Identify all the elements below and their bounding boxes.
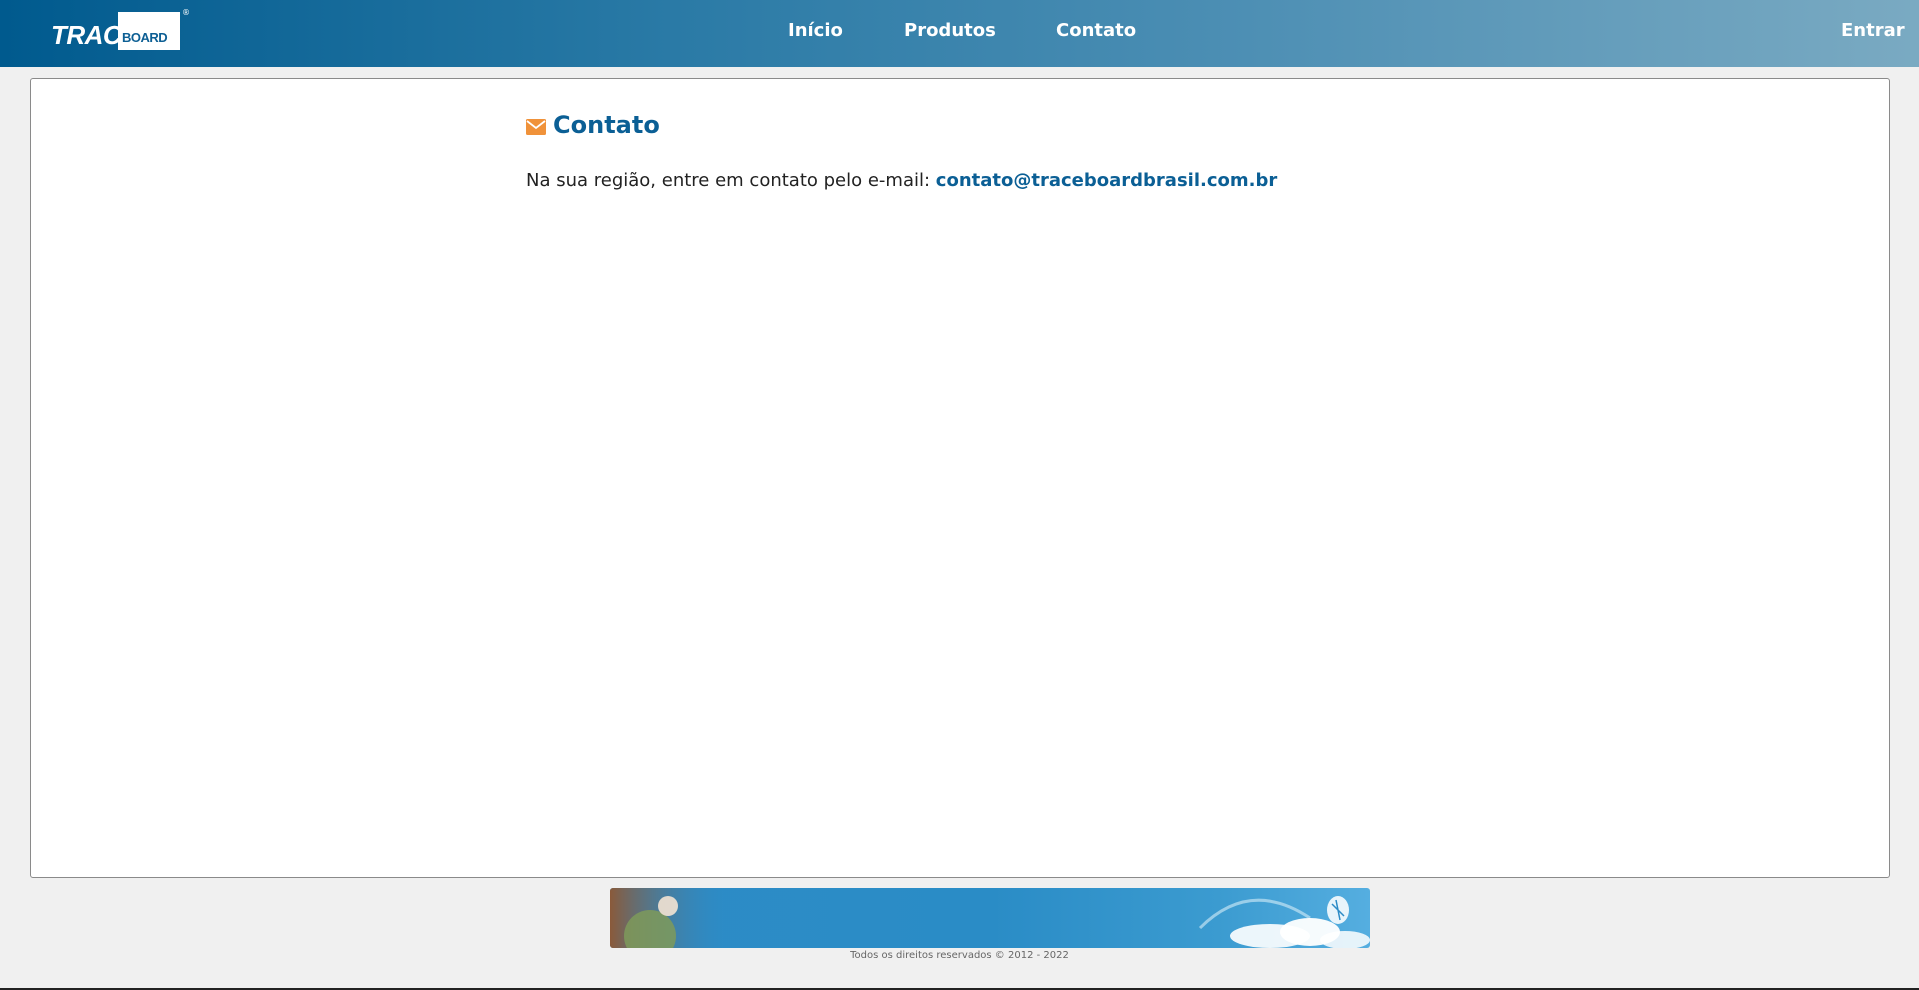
contact-text: Na sua região, entre em contato pelo e-m… xyxy=(526,170,931,191)
logo-board-text: BOARD xyxy=(122,30,168,45)
nav-contato-link[interactable]: Contato xyxy=(1056,20,1136,41)
envelope-icon xyxy=(526,119,546,135)
top-navigation-bar: TRACE BOARD ® Início Produtos Contato En… xyxy=(0,0,1919,67)
banner-illustration xyxy=(610,888,1370,948)
page-heading: Contato xyxy=(526,111,660,139)
login-link[interactable]: Entrar xyxy=(1841,20,1905,41)
nav-inicio-link[interactable]: Início xyxy=(788,20,843,41)
footer-copyright: Todos os direitos reservados © 2012 - 20… xyxy=(850,950,1069,961)
traceboard-logo[interactable]: TRACE BOARD ® xyxy=(48,8,192,56)
content-card xyxy=(30,78,1890,878)
footer-banner-image xyxy=(610,888,1370,948)
page-title: Contato xyxy=(553,111,660,139)
logo-registered-mark: ® xyxy=(182,8,190,17)
nav-produtos-link[interactable]: Produtos xyxy=(904,20,996,41)
contact-email-link[interactable]: contato@traceboardbrasil.com.br xyxy=(936,170,1277,191)
contact-paragraph: Na sua região, entre em contato pelo e-m… xyxy=(526,170,1277,191)
